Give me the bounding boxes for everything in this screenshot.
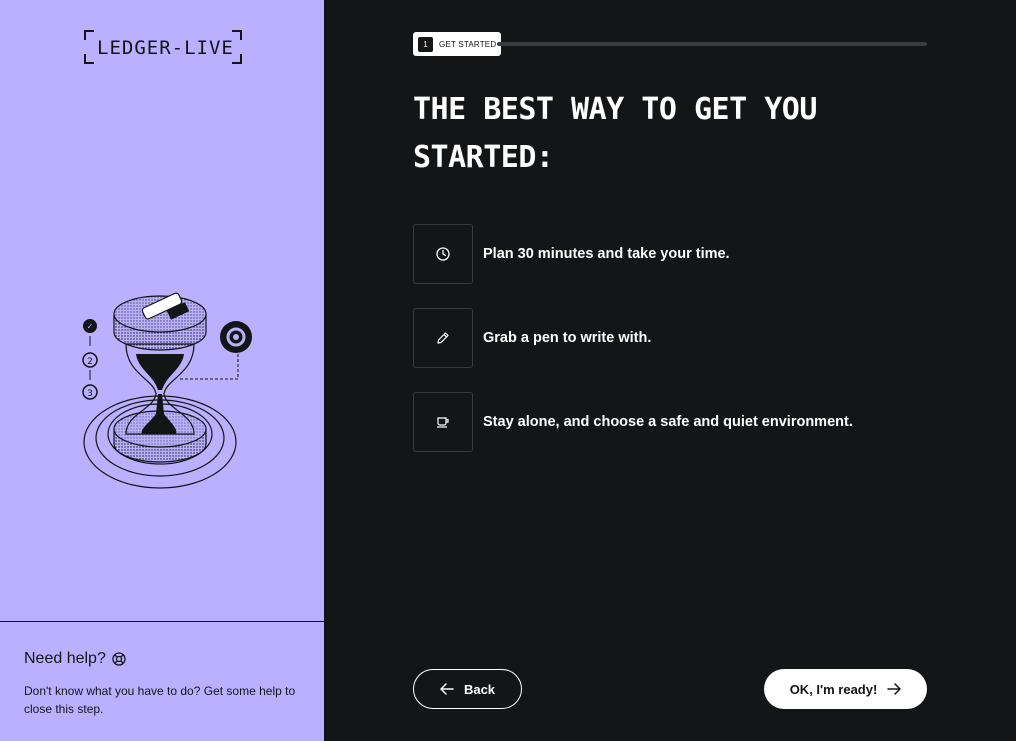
page-title: THE BEST WAY TO GET YOU STARTED: (413, 92, 817, 175)
arrow-right-icon (887, 683, 902, 695)
left-panel: LEDGER-LIVE ✓ 2 3 Need help? Don't know … (0, 0, 324, 741)
ready-button-label: OK, I'm ready! (789, 681, 878, 697)
help-title[interactable]: Need help? (24, 650, 126, 668)
progress-track (497, 42, 927, 46)
svg-text:✓: ✓ (87, 322, 94, 331)
tip-item-environment: Stay alone, and choose a safe and quiet … (413, 392, 853, 452)
tip-item-pen: Grab a pen to write with. (413, 308, 651, 368)
back-button[interactable]: Back (413, 669, 522, 709)
back-button-label: Back (463, 681, 496, 697)
tip-text: Plan 30 minutes and take your time. (483, 246, 730, 262)
svg-text:3: 3 (87, 389, 93, 399)
lifebuoy-icon (112, 652, 126, 666)
arrow-left-icon (440, 683, 454, 695)
coffee-cup-icon (437, 417, 449, 428)
help-section: Need help? Don't know what you have to d… (0, 621, 324, 741)
tip-item-time: Plan 30 minutes and take your time. (413, 224, 730, 284)
help-description: Don't know what you have to do? Get some… (24, 684, 296, 716)
tip-text: Stay alone, and choose a safe and quiet … (483, 414, 853, 430)
ledger-live-logo: LEDGER-LIVE (84, 30, 242, 64)
tip-icon-box (413, 392, 473, 452)
tip-text: Grab a pen to write with. (483, 330, 652, 346)
help-title-text: Need help? (24, 650, 106, 667)
ready-button[interactable]: OK, I'm ready! (764, 669, 927, 709)
step-number: 1 (418, 36, 433, 52)
clock-icon (436, 247, 450, 261)
logo-text: LEDGER-LIVE (97, 37, 234, 59)
hourglass-illustration: ✓ 2 3 (82, 292, 252, 489)
pen-icon (437, 332, 449, 344)
tip-icon-box (413, 308, 473, 368)
step-label: GET STARTED (439, 39, 497, 49)
svg-text:2: 2 (87, 357, 93, 367)
tip-icon-box (413, 224, 473, 284)
stepper-current-step: 1 GET STARTED (413, 32, 502, 56)
